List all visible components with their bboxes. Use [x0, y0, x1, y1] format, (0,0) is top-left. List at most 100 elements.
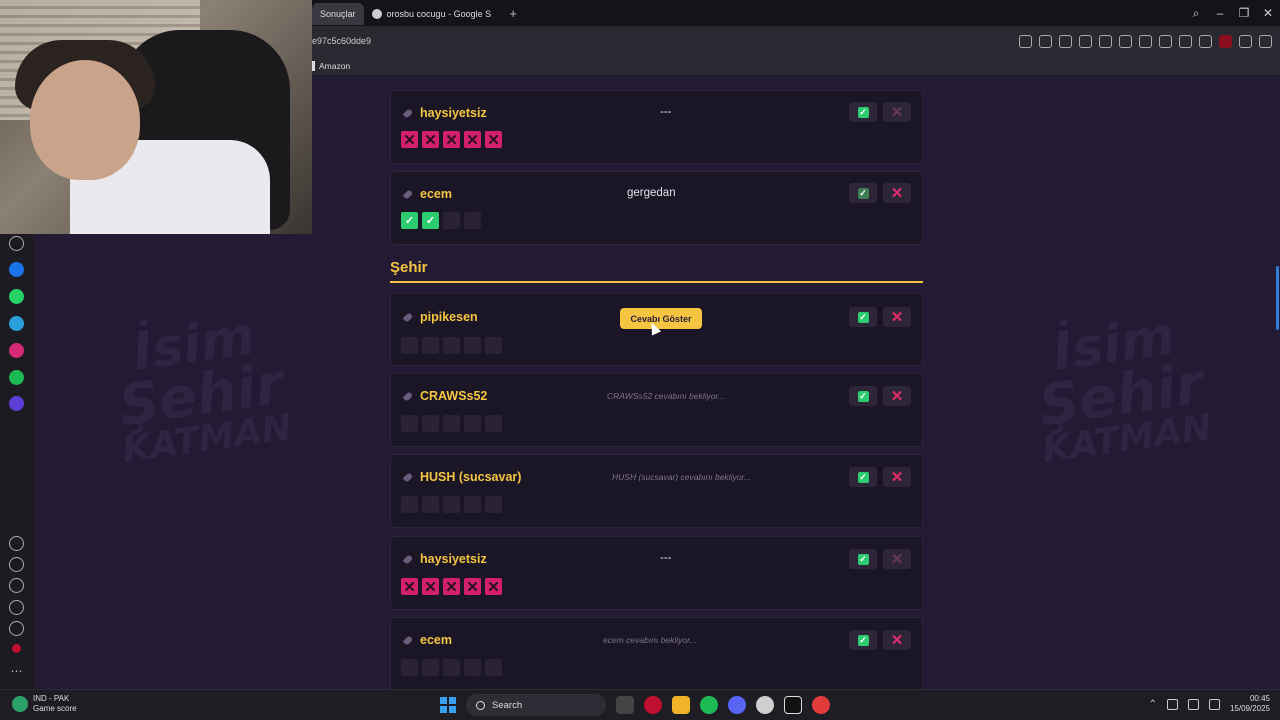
reject-button[interactable]: ✕ — [883, 307, 911, 327]
bookmark-amazon[interactable]: Amazon — [312, 60, 350, 71]
volume-icon[interactable] — [1208, 698, 1220, 710]
whatsapp-icon[interactable] — [9, 289, 24, 304]
reject-button[interactable]: ✕ — [883, 386, 911, 406]
new-tab-button[interactable]: + — [505, 5, 521, 21]
task-view-icon[interactable] — [616, 696, 634, 714]
vote-empty — [401, 337, 418, 354]
tab-google-search[interactable]: orosbu cocugu - Google S — [364, 3, 500, 25]
approve-button[interactable]: ✓ — [849, 630, 877, 650]
opera-gx-icon[interactable] — [644, 696, 662, 714]
twitch-icon[interactable] — [1239, 34, 1252, 48]
edit-icon[interactable] — [1019, 34, 1032, 48]
vote-empty — [464, 212, 481, 229]
vote-empty — [485, 337, 502, 354]
system-clock[interactable]: 00:45 15/09/2025 — [1230, 694, 1270, 715]
player-card: ecem ecem cevabını bekliyor... ✓ ✕ — [390, 617, 923, 689]
game-score-title: IND - PAK — [33, 694, 70, 703]
chatgpt-icon[interactable] — [756, 696, 774, 714]
obs-icon[interactable] — [812, 696, 830, 714]
reject-button[interactable]: ✕ — [883, 630, 911, 650]
play-icon[interactable] — [1119, 34, 1132, 48]
player-name: CRAWSs52 — [420, 389, 488, 403]
download-icon[interactable] — [1159, 34, 1172, 48]
vote-empty — [443, 496, 460, 513]
file-explorer-icon[interactable] — [672, 696, 690, 714]
reject-button[interactable]: ✕ — [883, 183, 911, 203]
toolbar-icons — [1019, 26, 1272, 56]
game-score-widget[interactable]: IND - PAK Game score — [12, 694, 77, 714]
lightbulb-icon[interactable] — [9, 621, 24, 636]
pin-icon — [402, 312, 414, 323]
vote-no-icon: ✕ — [443, 131, 460, 149]
vote-row — [401, 496, 502, 513]
settings-icon[interactable] — [9, 600, 24, 615]
network-icon[interactable] — [1187, 698, 1199, 710]
waiting-status: HUSH (sucsavar) cevabını bekliyor... — [612, 472, 752, 482]
reveal-answer-button[interactable]: Cevabı Göster — [620, 308, 702, 329]
player-icon[interactable] — [9, 396, 24, 411]
heart-icon[interactable] — [9, 536, 24, 551]
bag-icon[interactable] — [9, 236, 24, 251]
spotify-icon[interactable] — [9, 370, 24, 385]
pin-icon — [402, 391, 414, 402]
approve-button[interactable]: ✓ — [849, 102, 877, 122]
tab-label: orosbu cocugu - Google S — [386, 9, 492, 19]
history-icon[interactable] — [9, 557, 24, 572]
reject-button[interactable]: ✕ — [883, 549, 911, 569]
telegram-icon[interactable] — [9, 316, 24, 331]
reject-button[interactable]: ✕ — [883, 102, 911, 122]
pin-icon — [402, 189, 414, 200]
extension-icon[interactable] — [1099, 34, 1112, 48]
player-card: HUSH (sucsavar) HUSH (sucsavar) cevabını… — [390, 454, 923, 528]
player-card: ecem gergedan ✓ ✕ ✓ ✓ — [390, 171, 923, 245]
page-scrollbar[interactable] — [1275, 76, 1280, 689]
discord-icon[interactable] — [728, 696, 746, 714]
approve-button[interactable]: ✓ — [849, 386, 877, 406]
player-name: haysiyetsiz — [420, 552, 487, 566]
approve-button[interactable]: ✓ — [849, 549, 877, 569]
clock-date: 15/09/2025 — [1229, 704, 1270, 714]
capcut-icon[interactable] — [784, 696, 802, 714]
spotify-icon[interactable] — [700, 696, 718, 714]
check-icon: ✓ — [857, 390, 869, 402]
minimize-icon[interactable]: – — [1208, 6, 1232, 20]
windows-start-icon[interactable] — [440, 697, 456, 713]
player-name: haysiyetsiz — [420, 106, 487, 120]
vote-empty — [401, 415, 418, 432]
shield-icon[interactable] — [1059, 34, 1072, 48]
instagram-icon[interactable] — [9, 343, 24, 358]
heart-icon[interactable] — [1139, 34, 1152, 48]
camera-icon[interactable] — [1039, 34, 1052, 48]
search-icon[interactable]: ⌕ — [1184, 6, 1208, 21]
vote-no-icon: ✕ — [485, 578, 502, 596]
messenger-icon[interactable] — [9, 262, 24, 277]
opera-gx-icon[interactable] — [1219, 34, 1232, 48]
taskbar-search[interactable]: Search — [466, 694, 606, 716]
close-icon[interactable]: ✕ — [1256, 6, 1280, 20]
maximize-icon[interactable]: ❐ — [1232, 6, 1256, 20]
vote-no-icon: ✕ — [422, 131, 439, 149]
profile-icon[interactable] — [1199, 34, 1212, 48]
approve-button[interactable]: ✓ — [849, 307, 877, 327]
more-icon[interactable]: ⋯ — [9, 665, 24, 681]
vote-empty — [443, 659, 460, 676]
opera-icon[interactable] — [12, 644, 21, 653]
tab-sonuclar[interactable]: Sonuçlar — [312, 3, 364, 25]
vote-empty — [401, 496, 418, 513]
windows-taskbar: IND - PAK Game score Search ⌃ 00:45 15/0… — [0, 689, 1280, 720]
check-icon: ✓ — [857, 471, 869, 483]
chevron-up-icon[interactable]: ⌃ — [1149, 699, 1157, 710]
vote-empty — [422, 337, 439, 354]
waiting-status: CRAWSs52 cevabını bekliyor... — [607, 391, 726, 401]
reject-button[interactable]: ✕ — [883, 467, 911, 487]
approve-button[interactable]: ✓ — [849, 467, 877, 487]
microphone-icon[interactable] — [1166, 698, 1178, 710]
person-face — [30, 60, 140, 180]
approve-button[interactable]: ✓ — [849, 183, 877, 203]
cube-icon[interactable] — [9, 578, 24, 593]
scrollbar-thumb[interactable] — [1276, 266, 1279, 330]
menu-icon[interactable] — [1179, 34, 1192, 48]
cube-icon[interactable] — [1259, 34, 1272, 48]
vpn-icon[interactable] — [1079, 34, 1092, 48]
player-card: CRAWSs52 CRAWSs52 cevabını bekliyor... ✓… — [390, 373, 923, 447]
